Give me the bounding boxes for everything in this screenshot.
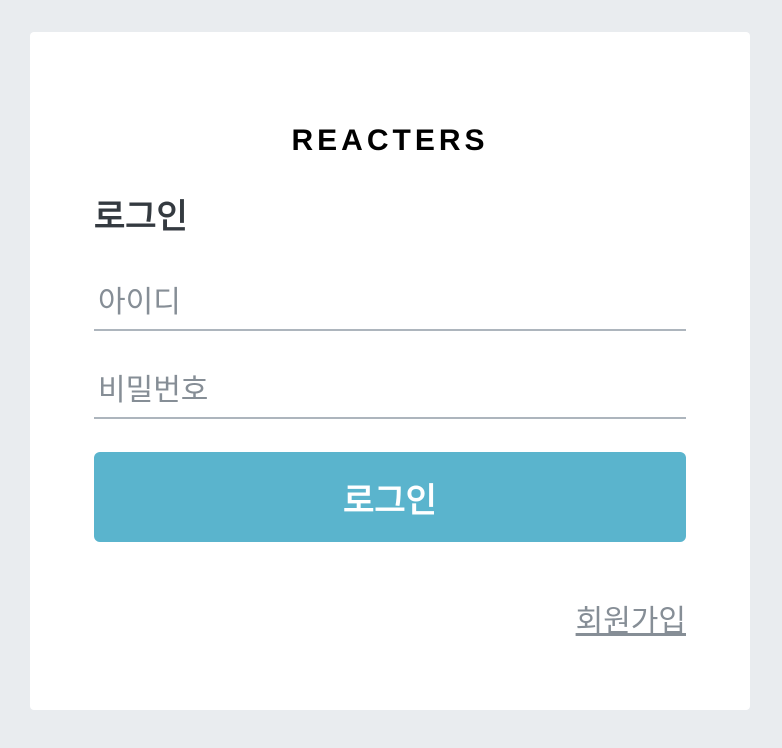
signup-link[interactable]: 회원가입 <box>576 604 686 640</box>
brand-logo[interactable]: REACTERS <box>30 126 750 156</box>
page-title: 로그인 <box>94 197 188 237</box>
login-card: REACTERS 로그인 로그인 회원가입 <box>30 32 750 710</box>
username-input[interactable] <box>94 275 686 331</box>
password-input[interactable] <box>94 363 686 419</box>
login-button[interactable]: 로그인 <box>94 452 686 542</box>
